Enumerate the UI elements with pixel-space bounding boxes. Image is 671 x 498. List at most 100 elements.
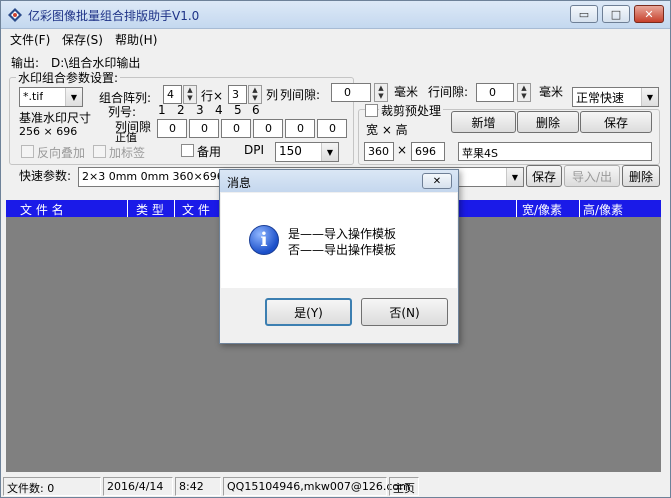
backup-checkbox[interactable] xyxy=(181,144,194,157)
spin-up-icon: ▲ xyxy=(378,84,384,92)
col-number-5: 5 xyxy=(234,103,242,117)
chevron-down-icon: ▼ xyxy=(641,88,658,106)
dpi-select[interactable]: 150 ▼ xyxy=(275,142,339,162)
column-header-width[interactable]: 宽/像素 xyxy=(522,201,562,218)
col-gap-spinner[interactable]: ▲ ▼ xyxy=(374,83,388,102)
col-gap-fine-input-1[interactable]: 0 xyxy=(157,119,187,138)
crop-save-button[interactable]: 保存 xyxy=(580,111,652,133)
status-contact: QQ15104946,mkw007@126.com xyxy=(223,477,410,496)
rows-spinner[interactable]: ▲ ▼ xyxy=(183,85,197,104)
dialog-line-yes: 是——导入操作模板 xyxy=(288,227,397,241)
dialog-body: i 是——导入操作模板 否——导出操作模板 xyxy=(221,193,457,288)
chevron-down-icon: ▼ xyxy=(506,168,523,186)
col-gap-fine-value: 0 xyxy=(329,122,336,135)
col-gap-input[interactable]: 0 xyxy=(331,83,371,102)
col-gap-fine-value: 0 xyxy=(265,122,272,135)
rows-input[interactable]: 4 xyxy=(163,85,182,104)
col-gap-fine-input-6[interactable]: 0 xyxy=(317,119,347,138)
col-gap-fine-input-4[interactable]: 0 xyxy=(253,119,283,138)
spin-down-icon: ▼ xyxy=(378,92,384,100)
no-button[interactable]: 否(N) xyxy=(361,298,448,326)
col-gap-fine-input-3[interactable]: 0 xyxy=(221,119,251,138)
column-header-type[interactable]: 类 型 xyxy=(136,201,164,218)
add-tag-checkbox[interactable] xyxy=(93,145,106,158)
crop-label: 裁剪预处理 xyxy=(379,102,444,119)
format-select[interactable]: *.tif ▼ xyxy=(19,87,83,107)
minimize-icon: ▭ xyxy=(578,7,590,21)
crop-wh-label: 宽 × 高 xyxy=(366,123,408,137)
crop-device-value: 苹果4S xyxy=(462,147,498,160)
column-header-height[interactable]: 高/像素 xyxy=(583,201,623,218)
menu-file[interactable]: 文件(F) xyxy=(10,31,50,48)
dialog-close-button[interactable]: ✕ xyxy=(422,173,452,189)
cols-spinner[interactable]: ▲ ▼ xyxy=(248,85,262,104)
col-gap-label: 列间隙: xyxy=(280,88,321,102)
crop-times-label: × xyxy=(397,143,408,157)
mode-value: 正常快速 xyxy=(576,91,625,105)
col-gap-fine-input-2[interactable]: 0 xyxy=(189,119,219,138)
column-header-filename[interactable]: 文 件 名 xyxy=(20,201,64,218)
params-group-label: 水印组合参数设置: xyxy=(16,69,121,86)
close-icon: ✕ xyxy=(432,175,442,187)
crop-device-input[interactable]: 苹果4S xyxy=(458,142,652,161)
col-number-4: 4 xyxy=(215,103,223,117)
spin-down-icon: ▼ xyxy=(252,94,258,102)
quick-delete-button[interactable]: 删除 xyxy=(622,165,660,187)
column-header-file[interactable]: 文 件 xyxy=(182,201,210,218)
spin-down-icon: ▼ xyxy=(521,92,527,100)
crop-delete-button[interactable]: 删除 xyxy=(517,111,579,133)
dpi-value: 150 xyxy=(279,144,302,158)
dpi-label: DPI xyxy=(244,143,265,157)
spin-up-icon: ▲ xyxy=(521,84,527,92)
crop-width-input[interactable]: 360 xyxy=(364,142,394,161)
col-gap-value: 0 xyxy=(344,86,351,99)
chevron-down-icon: ▼ xyxy=(65,88,82,106)
row-gap-input[interactable]: 0 xyxy=(476,83,514,102)
crop-height-input[interactable]: 696 xyxy=(411,142,445,161)
reverse-checkbox[interactable] xyxy=(21,145,34,158)
base-size-value: 256 × 696 xyxy=(19,125,78,138)
crop-add-button[interactable]: 新增 xyxy=(451,111,516,133)
row-gap-spinner[interactable]: ▲ ▼ xyxy=(517,83,531,102)
crop-height-value: 696 xyxy=(415,145,436,158)
message-dialog: 消息 ✕ i 是——导入操作模板 否——导出操作模板 是(Y) 否(N) xyxy=(219,169,459,344)
row-gap-unit: 毫米 xyxy=(539,85,564,99)
minimize-button[interactable]: ▭ xyxy=(570,5,598,23)
menu-help[interactable]: 帮助(H) xyxy=(115,31,157,48)
backup-label: 备用 xyxy=(197,145,222,159)
spin-up-icon: ▲ xyxy=(252,86,258,94)
col-number-2: 2 xyxy=(177,103,185,117)
dialog-title-bar[interactable]: 消息 ✕ xyxy=(220,170,458,192)
close-button[interactable]: ✕ xyxy=(634,5,664,23)
yes-button[interactable]: 是(Y) xyxy=(265,298,352,326)
menu-bar: 文件(F) 保存(S) 帮助(H) xyxy=(1,29,670,49)
column-separator xyxy=(127,200,128,217)
maximize-button[interactable]: □ xyxy=(602,5,630,23)
spin-up-icon: ▲ xyxy=(187,86,193,94)
row-gap-value: 0 xyxy=(489,86,496,99)
col-number-6: 6 xyxy=(252,103,260,117)
info-icon: i xyxy=(249,225,279,255)
chevron-down-icon: ▼ xyxy=(321,143,338,161)
title-bar[interactable]: 亿彩图像批量组合排版助手V1.0 ▭ □ ✕ xyxy=(1,1,670,29)
close-icon: ✕ xyxy=(644,7,654,21)
quick-save-button[interactable]: 保存 xyxy=(526,165,562,187)
reverse-label: 反向叠加 xyxy=(37,146,86,160)
rows-label: 行× xyxy=(201,89,224,103)
format-value: *.tif xyxy=(23,90,44,103)
quick-import-export-button[interactable]: 导入/出 xyxy=(564,165,620,187)
cols-input[interactable]: 3 xyxy=(228,85,247,104)
column-separator xyxy=(174,200,175,217)
window-title: 亿彩图像批量组合排版助手V1.0 xyxy=(28,9,200,23)
status-home-link[interactable]: 主页 xyxy=(389,477,419,496)
maximize-icon: □ xyxy=(610,7,622,21)
cols-value: 3 xyxy=(232,88,239,101)
col-number-1: 1 xyxy=(158,103,166,117)
mode-select[interactable]: 正常快速 ▼ xyxy=(572,87,659,107)
crop-checkbox[interactable] xyxy=(365,104,378,117)
col-number-3: 3 xyxy=(196,103,204,117)
col-gap-fine-input-5[interactable]: 0 xyxy=(285,119,315,138)
dialog-line-no: 否——导出操作模板 xyxy=(288,243,397,257)
column-separator xyxy=(516,200,517,217)
menu-save[interactable]: 保存(S) xyxy=(62,31,103,48)
